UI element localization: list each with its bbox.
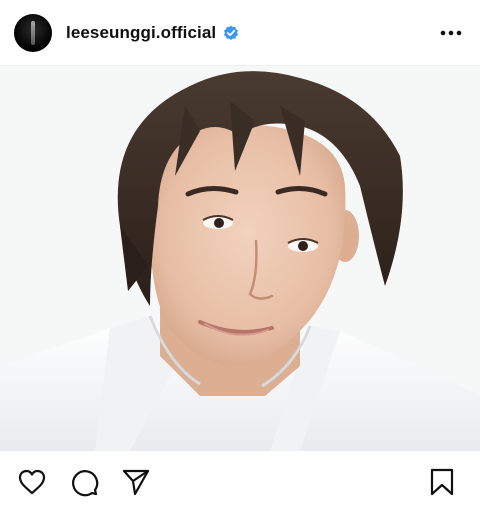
- bookmark-icon: [427, 467, 457, 497]
- comment-button[interactable]: [69, 467, 99, 497]
- save-button[interactable]: [427, 467, 457, 497]
- post-header: leeseunggi.official: [0, 0, 480, 66]
- paper-plane-icon: [121, 467, 151, 497]
- share-button[interactable]: [121, 467, 151, 497]
- comment-icon: [69, 467, 99, 497]
- verified-badge-icon: [223, 25, 239, 41]
- post-photo[interactable]: [0, 66, 480, 451]
- like-button[interactable]: [17, 467, 47, 497]
- avatar-figure: [31, 20, 35, 45]
- post-action-bar: [0, 451, 480, 513]
- more-options-icon[interactable]: [436, 23, 466, 43]
- username-link[interactable]: leeseunggi.official: [66, 23, 216, 43]
- avatar[interactable]: [14, 13, 52, 52]
- heart-icon: [17, 467, 47, 497]
